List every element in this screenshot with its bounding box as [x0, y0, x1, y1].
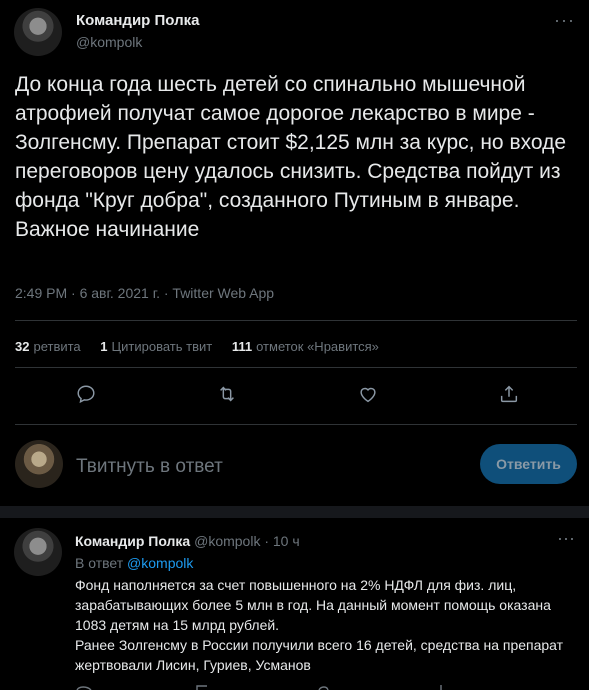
tweet-meta[interactable]: 2:49 PM · 6 авг. 2021 г. · Twitter Web A… [15, 285, 274, 301]
reply-author-name[interactable]: Командир Полка [75, 533, 190, 549]
author-handle[interactable]: @kompolk [76, 34, 142, 50]
in-reply-handle-link[interactable]: @kompolk [127, 555, 193, 571]
share-icon[interactable] [498, 383, 524, 409]
reply-tweet-header: Командир Полка @kompolk · 10 ч [75, 533, 300, 549]
author-avatar[interactable] [14, 8, 62, 56]
divider [15, 367, 577, 368]
section-separator [0, 506, 589, 518]
like-icon[interactable] [357, 383, 383, 409]
reply-more-icon[interactable]: ··· [557, 528, 575, 549]
reply-composer: Твитнуть в ответ Ответить [0, 440, 589, 490]
reply-time[interactable]: · 10 ч [264, 533, 299, 549]
reply-button[interactable]: Ответить [480, 444, 577, 484]
action-bar [0, 383, 589, 409]
reply-author-handle[interactable]: @kompolk [194, 533, 260, 549]
reply-action-bar [75, 684, 555, 690]
tweet-stats: 32 ретвита 1 Цитировать твит 111 отметок «Н… [15, 339, 395, 354]
retweet-icon[interactable] [216, 383, 242, 409]
reply-author-avatar[interactable] [14, 528, 62, 576]
reply-tweet-text: Фонд наполняется за счет повышенного на … [75, 577, 564, 673]
retweets-label: ретвита [33, 339, 81, 354]
in-reply-prefix: В ответ [75, 555, 124, 571]
retweets-count: 32 [15, 339, 30, 354]
author-name[interactable]: Командир Полка [76, 12, 199, 29]
likes-label: отметок «Нравится» [256, 339, 379, 354]
quotes-stat[interactable]: 1 Цитировать твит [100, 339, 212, 354]
likes-stat[interactable]: 111 отметок «Нравится» [232, 339, 379, 354]
in-reply-to: В ответ @kompolk [75, 555, 193, 571]
divider [15, 320, 577, 321]
more-icon[interactable]: ··· [554, 10, 575, 31]
current-user-avatar [15, 440, 63, 488]
retweets-stat[interactable]: 32 ретвита [15, 339, 81, 354]
divider [15, 424, 577, 425]
reply-input[interactable]: Твитнуть в ответ [76, 456, 223, 478]
quotes-count: 1 [100, 339, 108, 354]
tweet-text: До конца года шесть детей со спинально м… [15, 73, 567, 241]
reply-icon[interactable] [75, 383, 101, 409]
likes-count: 111 [231, 339, 253, 354]
quotes-label: Цитировать твит [111, 339, 213, 354]
